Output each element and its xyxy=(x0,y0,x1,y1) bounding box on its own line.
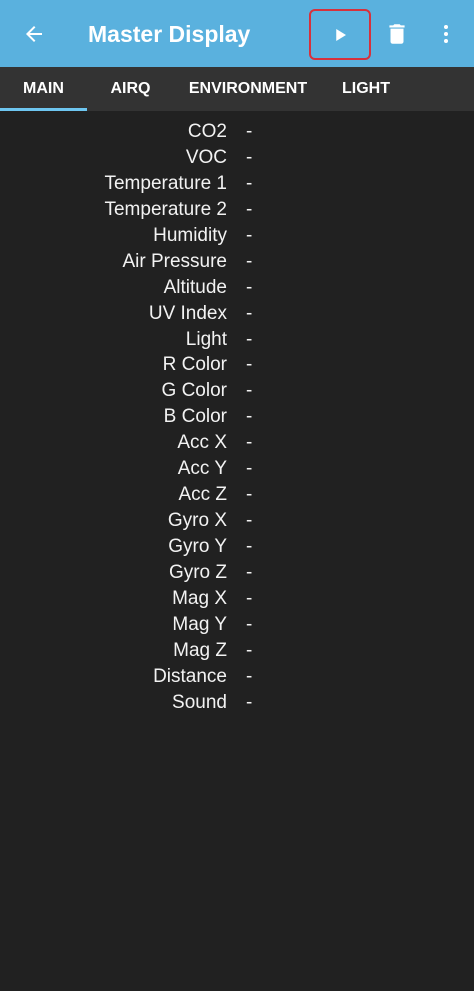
reading-label: Sound xyxy=(172,691,227,713)
reading-row: VOC - xyxy=(0,145,474,171)
reading-label: Mag Z xyxy=(173,639,227,661)
tab-airq[interactable]: AIRQ xyxy=(87,67,174,111)
reading-value: - xyxy=(246,665,253,687)
delete-button[interactable] xyxy=(377,14,417,54)
app-bar: Master Display xyxy=(0,0,474,67)
reading-label: Distance xyxy=(153,665,227,687)
reading-value: - xyxy=(246,536,253,557)
play-icon xyxy=(336,28,346,41)
play-button[interactable] xyxy=(309,9,371,60)
reading-value: - xyxy=(246,250,253,272)
reading-label: CO2 xyxy=(187,121,227,142)
page-title: Master Display xyxy=(88,21,251,47)
reading-row: Temperature 1- xyxy=(0,171,474,197)
reading-label: B Color xyxy=(163,406,227,428)
reading-label: Acc Z xyxy=(178,484,227,506)
reading-value: - xyxy=(246,224,253,246)
reading-row: R Color - xyxy=(0,352,474,378)
reading-row: Mag Y- xyxy=(0,612,474,638)
reading-row: Gyro X- xyxy=(0,508,474,534)
reading-row: G Color - xyxy=(0,378,474,404)
readings-list: CO2- VOC - Temperature 1- Temperature 2- Humi… xyxy=(0,119,474,716)
reading-label: G Color xyxy=(161,380,227,402)
reading-label: Temperature 2 xyxy=(104,198,227,220)
reading-value: - xyxy=(246,302,253,324)
reading-label: Temperature 1 xyxy=(104,172,227,194)
reading-label: Mag Y xyxy=(172,613,227,635)
reading-label: Gyro Y xyxy=(168,536,227,557)
reading-value: - xyxy=(246,510,253,532)
reading-row: Light - xyxy=(0,327,474,353)
reading-value: - xyxy=(246,561,253,583)
reading-label: Gyro X xyxy=(167,510,227,532)
more-options-button[interactable] xyxy=(428,14,464,54)
reading-row: Humidity - xyxy=(0,223,474,249)
reading-value: - xyxy=(246,484,253,506)
reading-row: Gyro Z- xyxy=(0,560,474,586)
reading-value: - xyxy=(246,172,253,194)
reading-row: Acc Z- xyxy=(0,482,474,508)
reading-row: Mag Z- xyxy=(0,638,474,664)
reading-row: Air Pressure - xyxy=(0,249,474,275)
reading-row: CO2- xyxy=(0,119,474,145)
reading-row: UV Index - xyxy=(0,301,474,327)
reading-label: Acc X xyxy=(177,432,227,454)
reading-value: - xyxy=(246,639,253,661)
reading-label: VOC xyxy=(185,146,227,168)
reading-label: Mag X xyxy=(172,587,227,609)
reading-value: - xyxy=(246,121,253,142)
reading-label: Acc Y xyxy=(177,458,227,480)
reading-row: Sound - xyxy=(0,690,474,716)
arrow-back-icon xyxy=(26,26,42,42)
reading-label: Humidity xyxy=(153,224,227,246)
back-button[interactable] xyxy=(14,14,54,54)
tab-main[interactable]: MAIN xyxy=(0,67,87,111)
reading-label: R Color xyxy=(162,354,227,376)
reading-row: Temperature 2- xyxy=(0,197,474,223)
reading-row: Acc X- xyxy=(0,430,474,456)
reading-value: - xyxy=(246,354,253,376)
reading-value: - xyxy=(246,276,253,298)
reading-row: Altitude - xyxy=(0,275,474,301)
trash-icon xyxy=(389,24,405,44)
reading-label: Gyro Z xyxy=(168,561,227,583)
reading-value: - xyxy=(246,146,253,168)
more-vertical-icon xyxy=(444,25,448,43)
tab-bar: MAIN AIRQ ENVIRONMENT LIGHT xyxy=(0,67,474,111)
reading-row: Gyro Y- xyxy=(0,534,474,560)
reading-row: Distance - xyxy=(0,664,474,690)
tab-light[interactable]: LIGHT xyxy=(322,67,410,111)
reading-label: Light xyxy=(185,328,227,350)
reading-value: - xyxy=(246,198,253,220)
reading-value: - xyxy=(246,587,253,609)
reading-label: UV Index xyxy=(148,302,227,324)
reading-value: - xyxy=(246,328,253,350)
reading-value: - xyxy=(246,613,253,635)
reading-row: B Color - xyxy=(0,404,474,430)
reading-value: - xyxy=(246,406,253,428)
reading-value: - xyxy=(246,380,253,402)
reading-label: Altitude xyxy=(163,276,227,298)
reading-label: Air Pressure xyxy=(122,250,227,272)
reading-value: - xyxy=(246,432,253,454)
reading-value: - xyxy=(246,691,253,713)
tab-environment[interactable]: ENVIRONMENT xyxy=(174,67,322,111)
reading-value: - xyxy=(246,458,253,480)
reading-row: Mag X- xyxy=(0,586,474,612)
reading-row: Acc Y- xyxy=(0,456,474,482)
